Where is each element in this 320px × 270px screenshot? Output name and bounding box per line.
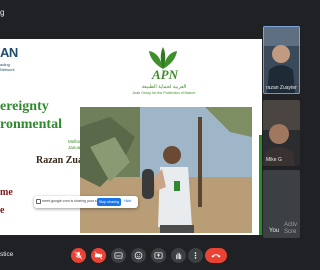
participant-video <box>263 26 300 94</box>
screen-share-bar: meet.google.com is sharing your screen. … <box>34 196 138 208</box>
slide-title-line-1: ereignty <box>0 99 49 114</box>
captions-button[interactable] <box>111 248 126 263</box>
participant-tile[interactable]: razan Zuayter <box>263 26 300 94</box>
hand-icon <box>176 252 182 260</box>
screen-share-icon <box>36 199 41 204</box>
microphone-toggle-button[interactable] <box>71 248 86 263</box>
left-logo-subtext: ading Network <box>0 62 15 72</box>
slide-text-fragment-1: me <box>0 187 13 198</box>
apn-arabic-name: العربية لحماية الطبيعة <box>141 84 187 90</box>
top-bar-text: g <box>0 8 5 17</box>
more-options-button[interactable] <box>188 248 203 263</box>
meeting-controls-bar: stice <box>0 240 300 270</box>
camera-toggle-button[interactable] <box>91 248 106 263</box>
slide-text-fragment-2: e <box>0 205 5 216</box>
apn-logo-mark: APN <box>152 67 178 82</box>
top-bar: g <box>0 0 300 26</box>
activity-text: Activ Scre <box>284 222 298 235</box>
stop-sharing-button[interactable]: Stop sharing <box>97 198 121 206</box>
apn-english-name: Arab Group for the Protection of Nature <box>132 91 196 95</box>
slide-accent-stripe <box>259 135 262 235</box>
leave-call-button[interactable] <box>205 248 227 263</box>
participant-name: Mike G <box>266 157 282 163</box>
raise-hand-button[interactable] <box>171 248 186 263</box>
present-icon <box>154 252 163 259</box>
reactions-button[interactable] <box>131 248 146 263</box>
left-logo-text: AN <box>0 45 18 60</box>
present-screen-button[interactable] <box>151 248 166 263</box>
mic-off-icon <box>74 251 83 260</box>
captions-icon <box>114 252 123 259</box>
participant-name: razan Zuayter <box>266 85 297 91</box>
camera-off-icon <box>94 251 103 260</box>
meeting-title: stice <box>0 251 14 258</box>
emoji-icon <box>134 251 143 260</box>
participant-tile[interactable]: Mike G <box>263 100 300 166</box>
slide-photo <box>80 107 252 233</box>
slide-title-line-2: ronmental <box>0 117 62 132</box>
end-call-icon <box>211 254 221 258</box>
more-vert-icon <box>194 252 197 259</box>
self-view-tile[interactable]: You Activ Scre <box>263 170 300 238</box>
apn-logo: APN العربية لحماية الطبيعة Arab Group fo… <box>126 47 202 97</box>
self-view-label: You <box>269 228 280 234</box>
hide-share-bar-button[interactable]: Hide <box>124 199 131 203</box>
